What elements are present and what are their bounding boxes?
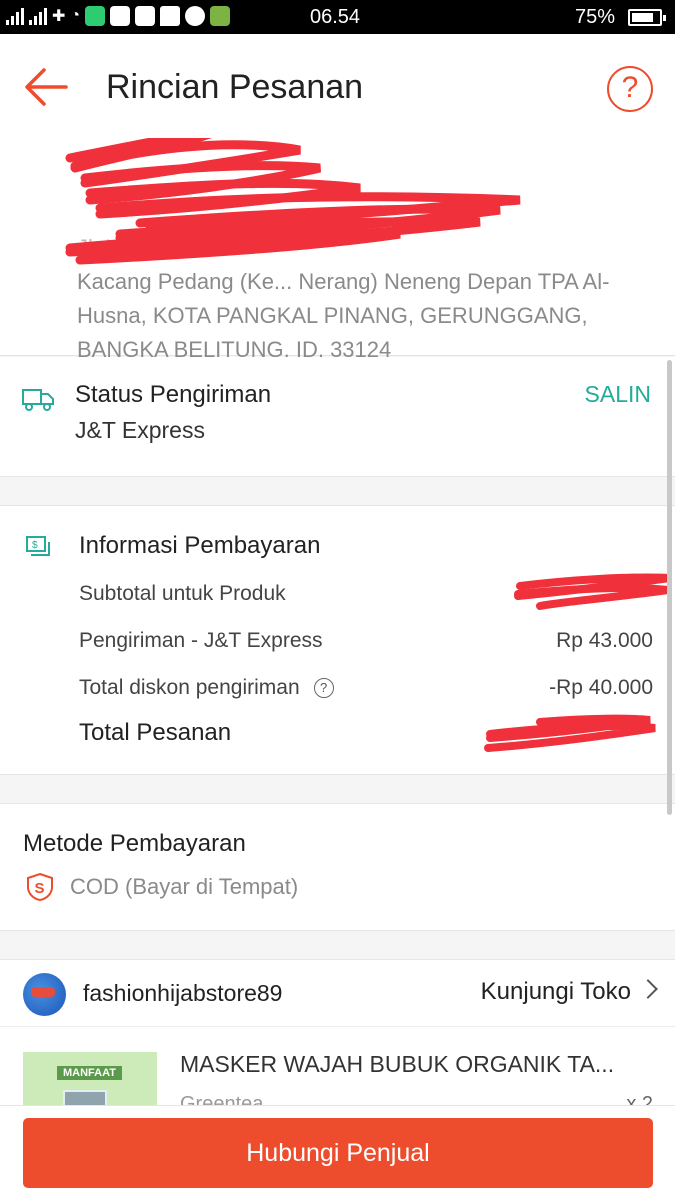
shipping-discount-label: Total diskon pengiriman [79, 676, 300, 699]
order-total-row: Total Pesanan [79, 719, 653, 747]
shipping-fee-label: Pengiriman - J&T Express [79, 629, 323, 652]
shop-row: fashionhijabstore89 Kunjungi Toko [0, 959, 675, 1027]
truck-icon [22, 389, 54, 411]
whatsapp-icon [185, 6, 206, 26]
thumbnail-tag: MANFAAT [57, 1066, 122, 1080]
payment-method-title: Metode Pembayaran [23, 830, 246, 857]
payment-method-value: COD (Bayar di Tempat) [70, 874, 299, 899]
battery-percent: 75% [575, 6, 616, 28]
shop-avatar[interactable] [23, 973, 66, 1016]
product-thumbnail: MANFAAT [23, 1052, 157, 1107]
app-notification-icon-2 [135, 6, 156, 26]
shipping-discount-value: -Rp 40.000 [549, 676, 653, 699]
contact-seller-button[interactable]: Hubungi Penjual [23, 1118, 653, 1188]
back-button[interactable] [22, 64, 72, 110]
visit-shop-label: Kunjungi Toko [480, 978, 631, 1005]
shipping-fee-value: Rp 43.000 [556, 629, 653, 652]
page-title: Rincian Pesanan [106, 68, 364, 106]
youtube-icon [110, 6, 131, 26]
address-text: Jl. Usman Kacang Pedang (Ke... Nerang) N… [77, 231, 637, 367]
question-icon[interactable]: ? [313, 678, 334, 698]
shopee-shield-icon: S [27, 873, 53, 901]
signal-icon [6, 7, 24, 25]
subtotal-row: Subtotal untuk Produk [79, 582, 653, 606]
address-line: Jl. Usman [77, 235, 175, 260]
help-button[interactable]: ? [607, 66, 653, 112]
clock: 06.54 [310, 6, 361, 28]
status-bar: ✚ ◔ 06.54 75% [0, 0, 675, 34]
app-notification-icon [85, 6, 106, 26]
shipping-status-title: Status Pengiriman [75, 381, 272, 408]
vpn-icon: ✚ [52, 8, 66, 25]
battery-icon [628, 9, 666, 26]
wifi-icon: ◔ [70, 7, 81, 24]
product-name: MASKER WAJAH BUBUK ORGANIK TA... [180, 1051, 615, 1077]
shop-name[interactable]: fashionhijabstore89 [83, 980, 282, 1007]
status-icons: ✚ ◔ [6, 6, 231, 26]
shipping-address: Jl. Usman Kacang Pedang (Ke... Nerang) N… [0, 138, 675, 362]
signal-icon-2 [29, 7, 47, 25]
shipping-fee-row: Pengiriman - J&T Express Rp 43.000 [79, 629, 653, 653]
address-line: Husna, KOTA PANGKAL PINANG, GERUNGGANG, [77, 303, 588, 328]
payment-info-section: $ Informasi Pembayaran Subtotal untuk Pr… [0, 505, 675, 775]
copy-button[interactable]: SALIN [585, 381, 651, 408]
courier-name: J&T Express [75, 417, 205, 443]
payment-info-title: Informasi Pembayaran [79, 532, 321, 559]
visit-shop-button[interactable]: Kunjungi Toko [480, 978, 658, 1006]
android-icon [210, 6, 231, 26]
shipping-discount-row: Total diskon pengiriman? -Rp 40.000 [79, 676, 653, 700]
bottom-action-bar: Hubungi Penjual [0, 1105, 675, 1200]
order-total-label: Total Pesanan [79, 719, 232, 746]
svg-text:S: S [35, 880, 45, 897]
money-icon: $ [26, 536, 50, 556]
svg-text:$: $ [32, 540, 38, 551]
scrollbar[interactable] [667, 360, 672, 815]
address-line: Kacang Pedang (Ke... Nerang) Neneng Depa… [77, 269, 610, 294]
app-header: Rincian Pesanan ? [0, 34, 675, 138]
chevron-right-icon [638, 979, 658, 999]
subtotal-label: Subtotal untuk Produk [79, 582, 286, 605]
shipping-status-section: Status Pengiriman J&T Express SALIN [0, 357, 675, 477]
payment-method-section: Metode Pembayaran S COD (Bayar di Tempat… [0, 803, 675, 931]
message-icon [160, 6, 181, 26]
product-item[interactable]: MANFAAT MASKER WAJAH BUBUK ORGANIK TA...… [0, 1027, 675, 1107]
arrow-left-icon [25, 68, 68, 106]
